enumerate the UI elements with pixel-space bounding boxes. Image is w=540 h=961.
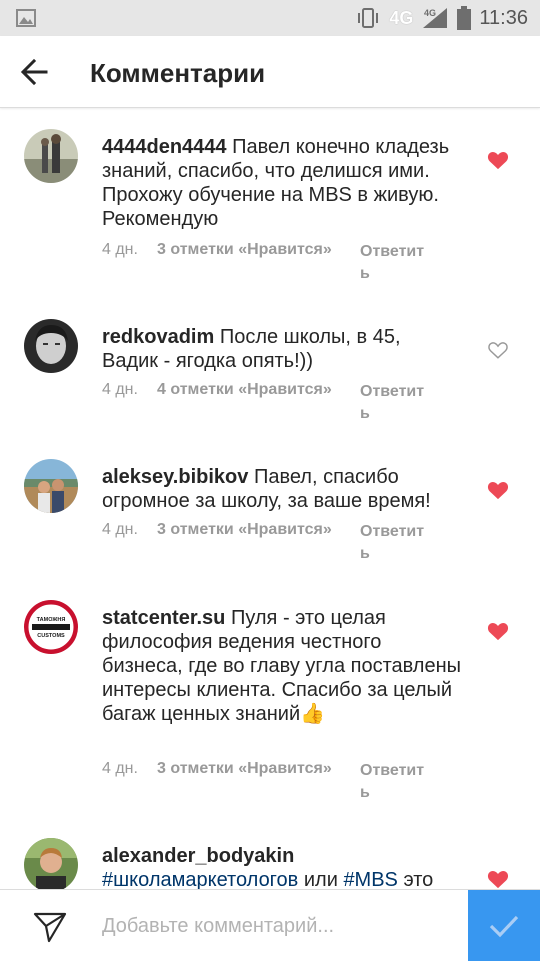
reply-button[interactable]: Ответить (360, 760, 432, 804)
comment-timestamp: 4 дн. (102, 521, 138, 538)
comment-text: redkovadim После школы, в 45, Вадик - яг… (102, 325, 462, 373)
comment-likes-link[interactable]: 3 отметки «Нравится» (157, 241, 360, 285)
comment-text: 4444den4444 Павел конечно кладезь знаний… (102, 135, 462, 231)
comment-meta: 4 дн. 3 отметки «Нравится» Ответить (102, 521, 432, 565)
comment-meta: 4 дн. 3 отметки «Нравится» Ответить (102, 760, 432, 804)
comment-body: это (397, 869, 434, 889)
stamp-text-bottom: CUSTOMS (37, 633, 65, 639)
comment-item: aleksey.bibikov Павел, спасибо огромное … (0, 459, 540, 579)
heart-icon[interactable] (487, 149, 509, 171)
comment-meta: 4 дн. 4 отметки «Нравится» Ответить (102, 381, 432, 425)
comment-meta: 4 дн. 3 отметки «Нравится» Ответить (102, 241, 432, 285)
avatar[interactable] (24, 129, 78, 183)
avatar[interactable] (24, 838, 78, 889)
reply-button[interactable]: Ответить (360, 521, 432, 565)
heart-icon[interactable] (487, 620, 509, 642)
comment-body: или (298, 869, 344, 889)
comment-item: alexander_bodyakin #школамаркетологов или… (0, 838, 540, 889)
image-notification-icon (16, 9, 36, 27)
comment-text: statcenter.su Пуля - это целая философия… (102, 606, 462, 726)
comment-username[interactable]: 4444den4444 (102, 136, 227, 158)
clock: 11:36 (479, 6, 528, 29)
comment-timestamp: 4 дн. (102, 760, 138, 777)
heart-icon[interactable] (487, 868, 509, 889)
heart-icon[interactable] (487, 479, 509, 501)
comment-input[interactable] (102, 906, 452, 946)
comment-likes-link[interactable]: 3 отметки «Нравится» (157, 760, 360, 804)
vibrate-icon (358, 8, 379, 28)
page-title: Комментарии (90, 58, 266, 88)
comment-text: alexander_bodyakin #школамаркетологов или… (102, 844, 462, 889)
stamp-text-top: ТАМОЖНЯ (37, 617, 66, 623)
comment-composer (0, 889, 540, 961)
comment-username[interactable]: statcenter.su (102, 607, 225, 629)
comment-username[interactable]: redkovadim (102, 326, 214, 348)
comment-item: 4444den4444 Павел конечно кладезь знаний… (0, 129, 540, 299)
hashtag-link[interactable]: #MBS (343, 869, 397, 889)
comment-list[interactable]: 4444den4444 Павел конечно кладезь знаний… (0, 109, 540, 889)
comment-timestamp: 4 дн. (102, 381, 138, 398)
comment-item: redkovadim После школы, в 45, Вадик - яг… (0, 319, 540, 439)
signal-icon: 4G (423, 8, 448, 28)
comment-username[interactable]: aleksey.bibikov (102, 466, 248, 488)
thumbs-up-emoji: 👍 (300, 703, 326, 725)
paper-plane-icon[interactable] (32, 908, 68, 944)
post-button[interactable] (468, 890, 540, 961)
avatar[interactable] (24, 459, 78, 513)
arrow-left-icon (20, 58, 48, 86)
comment-likes-link[interactable]: 3 отметки «Нравится» (157, 521, 360, 565)
reply-button[interactable]: Ответить (360, 241, 432, 285)
comment-item: ТАМОЖНЯ CUSTOMS statcenter.su Пуля - это… (0, 600, 540, 810)
check-icon (489, 915, 519, 937)
comment-text: aleksey.bibikov Павел, спасибо огромное … (102, 465, 462, 513)
heart-outline-icon[interactable] (487, 339, 509, 361)
status-bar: 4G 4G 11:36 (0, 0, 540, 36)
comment-likes-link[interactable]: 4 отметки «Нравится» (157, 381, 360, 425)
battery-icon (457, 6, 472, 30)
avatar[interactable] (24, 319, 78, 373)
back-button[interactable] (14, 52, 54, 92)
app-bar: Комментарии (0, 36, 540, 108)
hashtag-link[interactable]: #школамаркетологов (102, 869, 298, 889)
network-type-label: 4G (389, 7, 414, 28)
comment-username[interactable]: alexander_bodyakin (102, 845, 294, 867)
network-small-label: 4G (424, 8, 436, 18)
comment-timestamp: 4 дн. (102, 241, 138, 258)
avatar[interactable]: ТАМОЖНЯ CUSTOMS (24, 600, 78, 654)
reply-button[interactable]: Ответить (360, 381, 432, 425)
